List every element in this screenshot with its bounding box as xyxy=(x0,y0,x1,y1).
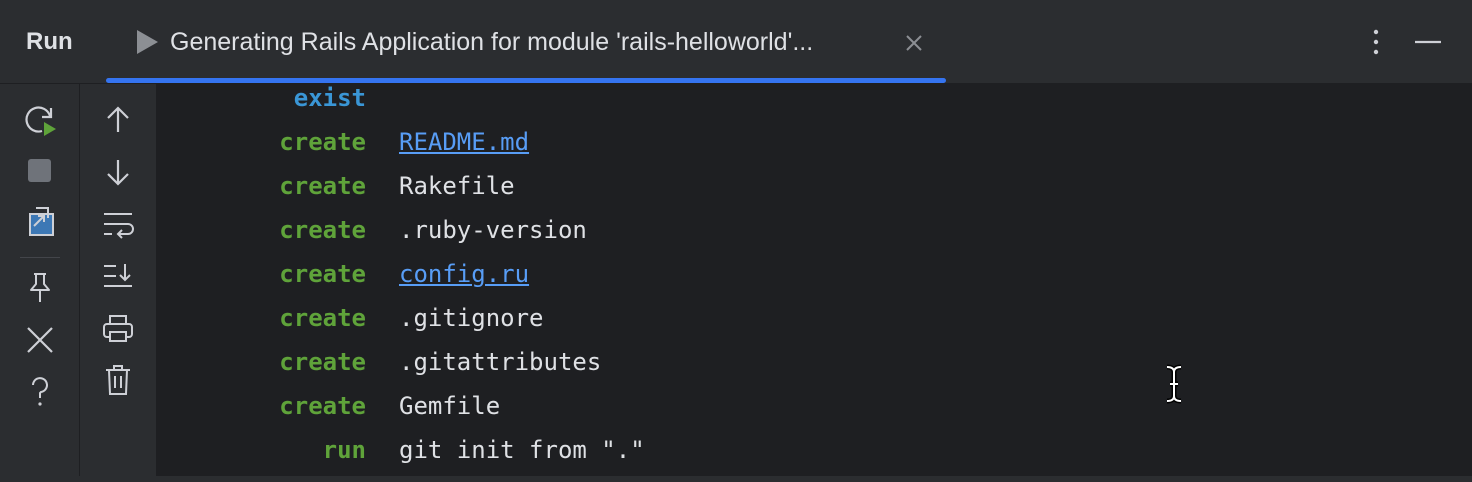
help-icon[interactable] xyxy=(20,372,60,412)
rerun-icon[interactable] xyxy=(20,100,60,140)
text-cursor-icon xyxy=(1162,364,1186,404)
run-tab[interactable]: Generating Rails Application for module … xyxy=(106,0,946,84)
scroll-to-end-icon[interactable] xyxy=(98,256,138,296)
console-verb: create xyxy=(279,128,366,156)
more-vertical-icon[interactable] xyxy=(1362,26,1390,58)
restore-layout-icon[interactable] xyxy=(20,202,60,242)
toolbar-separator xyxy=(20,257,60,258)
run-actions-toolbar xyxy=(0,84,80,482)
console-verb: create xyxy=(279,172,366,200)
close-icon[interactable] xyxy=(20,320,60,360)
console-verb: create xyxy=(279,304,366,332)
arrow-down-icon[interactable] xyxy=(98,152,138,192)
console-line: create config.ru xyxy=(156,260,1472,304)
console-verb: create xyxy=(279,216,366,244)
pin-icon[interactable] xyxy=(20,268,60,308)
bottom-border xyxy=(0,476,1472,482)
soft-wrap-icon[interactable] xyxy=(98,204,138,244)
console-verb: create xyxy=(279,348,366,376)
run-tab-label: Generating Rails Application for module … xyxy=(170,28,814,56)
console-actions-toolbar xyxy=(80,84,156,482)
console-target: git init from "." xyxy=(399,436,645,464)
console-target: Gemfile xyxy=(399,392,501,420)
tool-window-title: Run xyxy=(26,28,73,55)
console-line: exist xyxy=(156,84,1472,128)
console-line: create .gitattributes xyxy=(156,348,1472,392)
stop-icon[interactable] xyxy=(20,150,60,190)
file-link[interactable]: config.ru xyxy=(399,260,529,288)
tab-selected-indicator xyxy=(106,78,946,83)
console-line: create Gemfile xyxy=(156,392,1472,436)
console-target: .gitattributes xyxy=(399,348,602,376)
console-output[interactable]: exist create README.md create Rakefile c… xyxy=(156,84,1472,482)
console-target: Rakefile xyxy=(399,172,515,200)
console-line: create .gitignore xyxy=(156,304,1472,348)
console-target: .gitignore xyxy=(399,304,544,332)
print-icon[interactable] xyxy=(98,308,138,348)
console-verb: exist xyxy=(293,84,366,112)
console-line: create README.md xyxy=(156,128,1472,172)
minimize-icon[interactable] xyxy=(1412,26,1444,58)
console-verb: run xyxy=(322,436,366,464)
console-target: .ruby-version xyxy=(399,216,587,244)
play-icon xyxy=(134,28,160,56)
console-verb: create xyxy=(279,392,366,420)
file-link[interactable]: README.md xyxy=(399,128,529,156)
console-line: create .ruby-version xyxy=(156,216,1472,260)
console-line: run git init from "." xyxy=(156,436,1472,480)
tool-window-header: Run Generating Rails Application for mod… xyxy=(0,0,1472,84)
close-icon[interactable] xyxy=(904,33,924,53)
clear-icon[interactable] xyxy=(98,360,138,400)
console-verb: create xyxy=(279,260,366,288)
console-line: create Rakefile xyxy=(156,172,1472,216)
arrow-up-icon[interactable] xyxy=(98,100,138,140)
